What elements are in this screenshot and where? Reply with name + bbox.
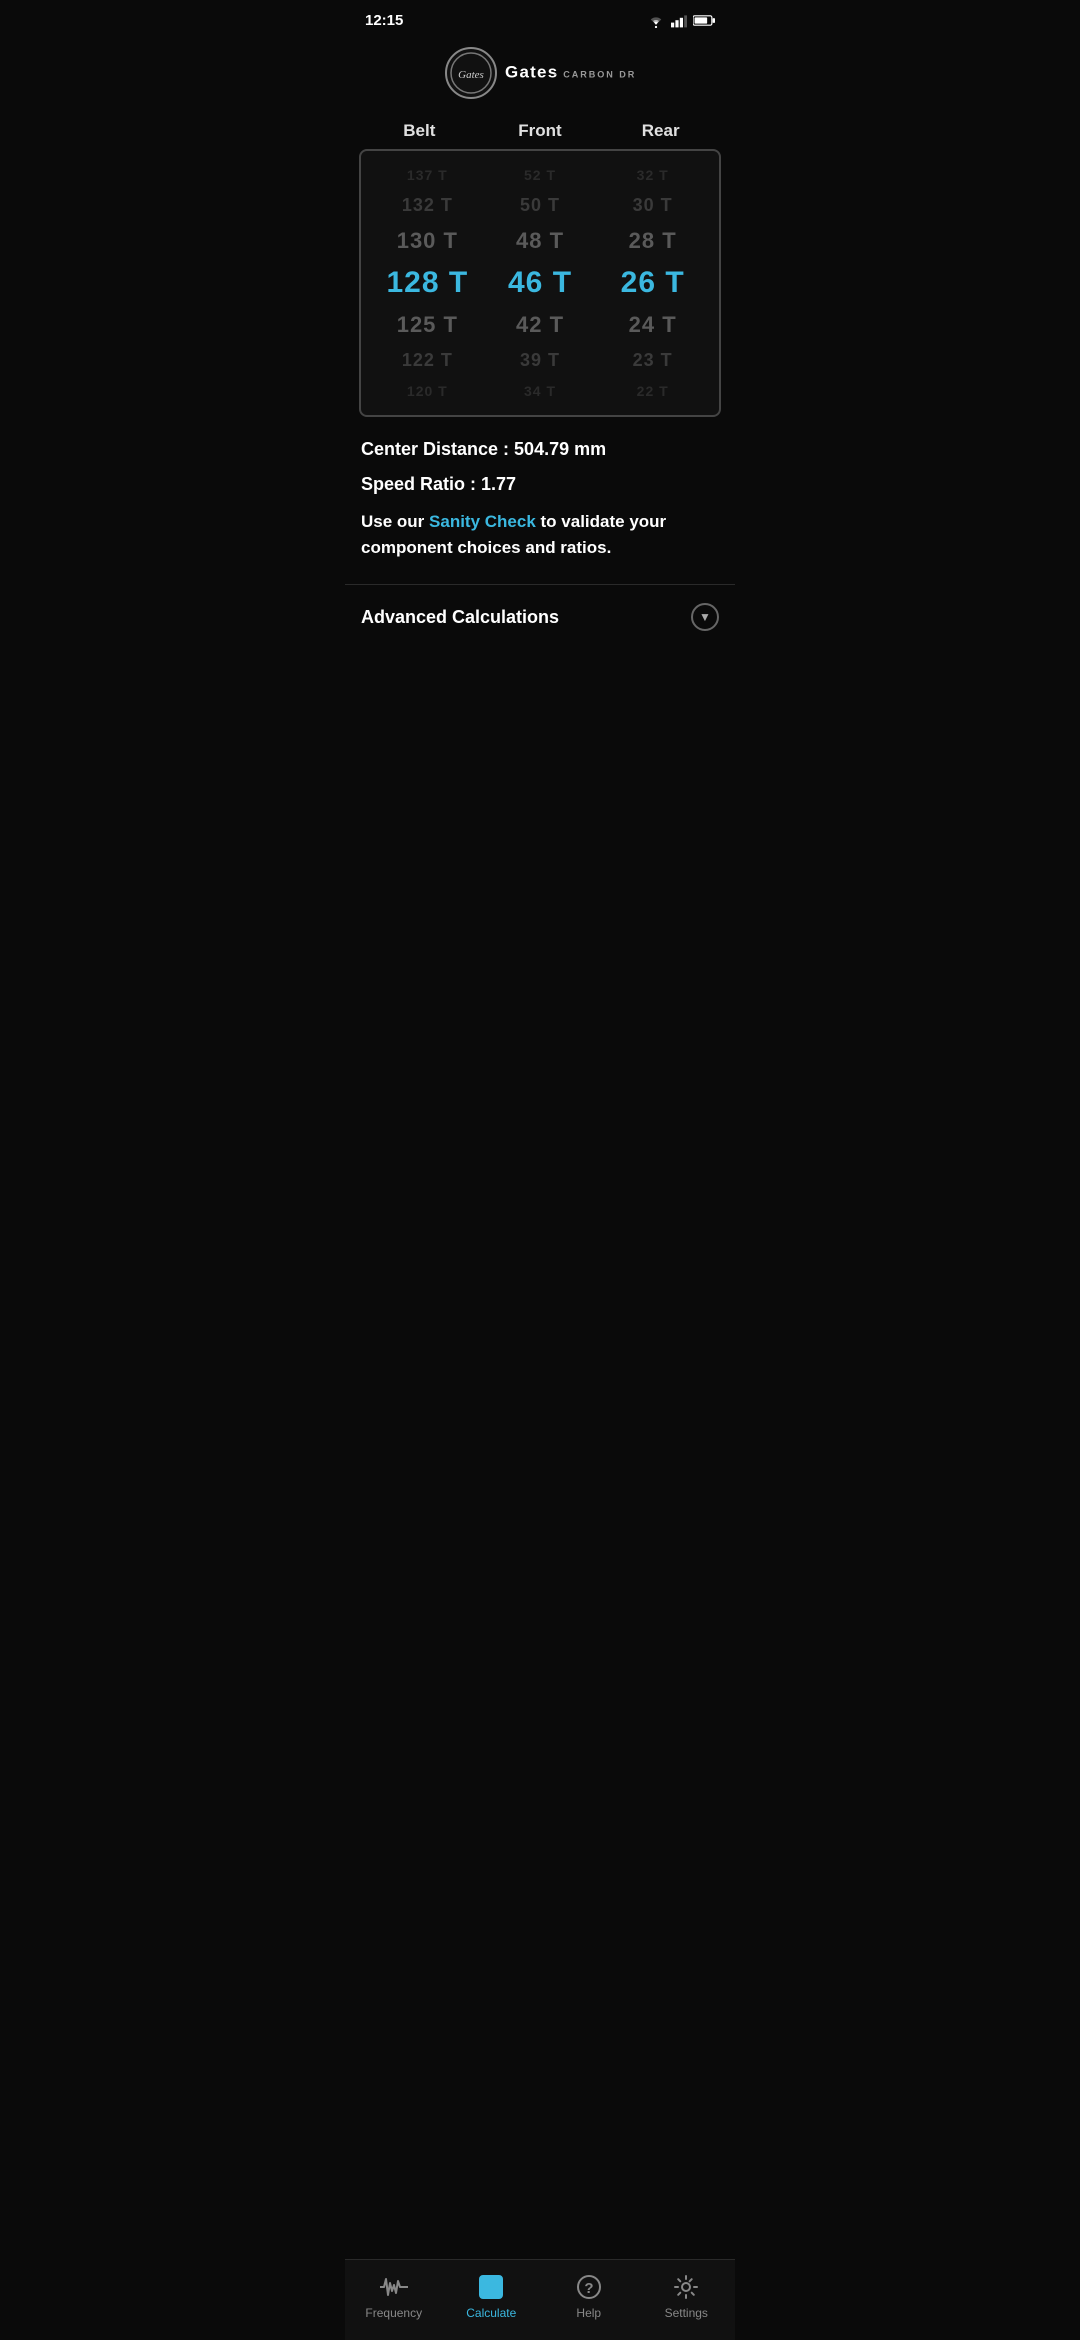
picker-cell-rear: 23 T xyxy=(596,350,709,371)
battery-icon xyxy=(693,14,715,27)
nav-item-calculate[interactable]: Calculate xyxy=(443,2272,541,2320)
status-time: 12:15 xyxy=(365,12,403,29)
status-icons xyxy=(647,14,715,28)
picker-cell-rear: 26 T xyxy=(596,266,709,300)
picker-row[interactable]: 122 T39 T23 T xyxy=(361,344,719,377)
col-header-rear: Rear xyxy=(600,121,721,141)
logo-text-block: Gates · CARBON DRIVE™ xyxy=(505,53,635,94)
picker-cell-front: 52 T xyxy=(484,167,597,183)
picker-row[interactable]: 132 T50 T30 T xyxy=(361,189,719,222)
picker-rows: 137 T52 T32 T132 T50 T30 T130 T48 T28 T1… xyxy=(361,161,719,405)
nav-item-frequency[interactable]: Frequency xyxy=(345,2272,443,2320)
picker-cell-belt: 130 T xyxy=(371,228,484,254)
picker-cell-front: 48 T xyxy=(484,228,597,254)
picker-cell-rear: 30 T xyxy=(596,195,709,216)
logo-circle: Gates xyxy=(445,47,497,99)
logo-area: Gates Gates · CARBON DRIVE™ xyxy=(345,35,735,117)
nav-label-help: Help xyxy=(576,2306,601,2320)
chevron-down-icon[interactable] xyxy=(691,603,719,631)
status-bar: 12:15 xyxy=(345,0,735,35)
nav-item-help[interactable]: ? Help xyxy=(540,2272,638,2320)
svg-text:Gates: Gates xyxy=(505,62,558,81)
picker-box[interactable]: 137 T52 T32 T132 T50 T30 T130 T48 T28 T1… xyxy=(359,149,721,417)
nav-label-settings: Settings xyxy=(665,2306,708,2320)
picker-cell-belt: 132 T xyxy=(371,195,484,216)
advanced-calculations-row[interactable]: Advanced Calculations xyxy=(345,584,735,649)
picker-cell-belt: 128 T xyxy=(371,266,484,300)
picker-row[interactable]: 125 T42 T24 T xyxy=(361,306,719,344)
nav-label-frequency: Frequency xyxy=(365,2306,422,2320)
picker-cell-front: 39 T xyxy=(484,350,597,371)
svg-text:· CARBON DRIVE™: · CARBON DRIVE™ xyxy=(554,69,635,79)
col-header-belt: Belt xyxy=(359,121,480,141)
picker-row[interactable]: 137 T52 T32 T xyxy=(361,161,719,189)
logo-brand: Gates · CARBON DRIVE™ xyxy=(505,53,635,94)
speed-ratio: Speed Ratio : 1.77 xyxy=(361,474,719,495)
picker-cell-front: 34 T xyxy=(484,383,597,399)
sanity-text: Use our Sanity Check to validate your co… xyxy=(361,509,719,560)
picker-cell-rear: 22 T xyxy=(596,383,709,399)
center-distance: Center Distance : 504.79 mm xyxy=(361,439,719,460)
picker-row[interactable]: 128 T46 T26 T xyxy=(361,260,719,306)
picker-cell-rear: 24 T xyxy=(596,312,709,338)
picker-cell-front: 46 T xyxy=(484,266,597,300)
sanity-link[interactable]: Sanity Check xyxy=(429,512,536,531)
nav-label-calculate: Calculate xyxy=(466,2306,516,2320)
wifi-icon xyxy=(647,14,665,28)
signal-icon xyxy=(671,14,687,28)
picker-cell-rear: 32 T xyxy=(596,167,709,183)
logo-container: Gates Gates · CARBON DRIVE™ xyxy=(445,47,635,99)
advanced-label: Advanced Calculations xyxy=(361,607,559,628)
picker-cell-rear: 28 T xyxy=(596,228,709,254)
bottom-nav: Frequency Calculate ? Help xyxy=(345,2259,735,2340)
settings-icon xyxy=(671,2272,701,2302)
calculate-icon xyxy=(476,2272,506,2302)
svg-text:Gates: Gates xyxy=(458,69,484,81)
col-header-front: Front xyxy=(480,121,601,141)
picker-cell-belt: 125 T xyxy=(371,312,484,338)
picker-row[interactable]: 130 T48 T28 T xyxy=(361,222,719,260)
svg-text:?: ? xyxy=(584,2280,593,2297)
column-headers: Belt Front Rear xyxy=(345,117,735,149)
picker-cell-front: 50 T xyxy=(484,195,597,216)
sanity-pre: Use our xyxy=(361,512,429,531)
help-icon: ? xyxy=(574,2272,604,2302)
picker-cell-belt: 120 T xyxy=(371,383,484,399)
picker-row[interactable]: 120 T34 T22 T xyxy=(361,377,719,405)
picker-cell-belt: 122 T xyxy=(371,350,484,371)
picker-cell-belt: 137 T xyxy=(371,167,484,183)
picker-cell-front: 42 T xyxy=(484,312,597,338)
frequency-icon xyxy=(379,2272,409,2302)
nav-item-settings[interactable]: Settings xyxy=(638,2272,736,2320)
info-section: Center Distance : 504.79 mm Speed Ratio … xyxy=(345,417,735,574)
